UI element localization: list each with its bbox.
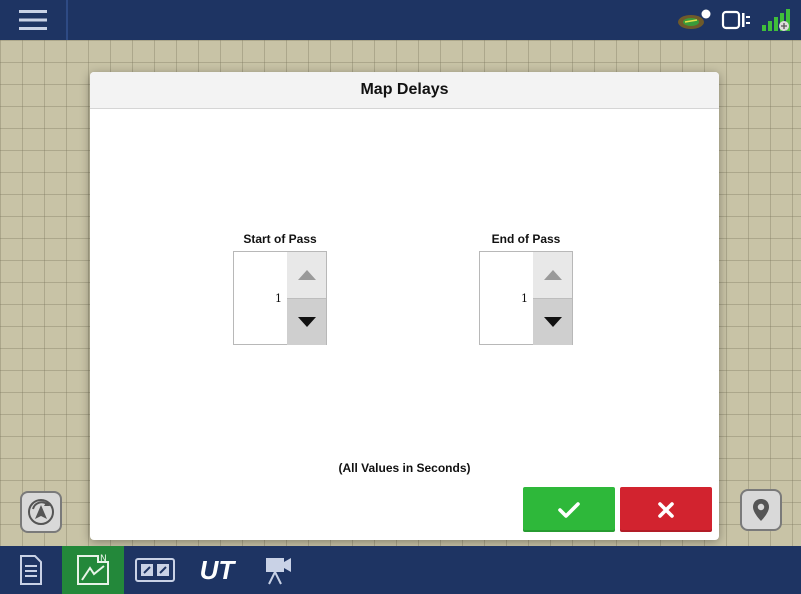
compass-navigate-icon: [28, 499, 54, 525]
universal-terminal-icon: UT: [199, 554, 235, 585]
start-of-pass-field: Start of Pass 1: [230, 232, 330, 345]
pin-location-button[interactable]: [740, 489, 782, 531]
start-of-pass-value[interactable]: 1: [234, 252, 286, 344]
start-of-pass-label: Start of Pass: [243, 232, 317, 246]
start-of-pass-stepper: 1: [233, 251, 327, 345]
end-of-pass-increment-button[interactable]: [533, 252, 572, 298]
camera-icon: [266, 558, 291, 585]
tab-universal-terminal[interactable]: UT: [186, 546, 248, 594]
tab-camera[interactable]: [248, 546, 310, 594]
top-bar: [0, 0, 801, 40]
dialog-header: Map Delays: [90, 72, 719, 109]
bottom-tab-bar: N UT: [0, 546, 801, 594]
hamburger-menu-icon: [19, 10, 47, 30]
start-of-pass-increment-button[interactable]: [287, 252, 326, 298]
end-of-pass-stepper: 1: [479, 251, 573, 345]
end-of-pass-decrement-button[interactable]: [533, 298, 572, 345]
start-of-pass-decrement-button[interactable]: [287, 298, 326, 345]
dialog-title: Map Delays: [360, 81, 449, 98]
x-icon: [658, 501, 674, 518]
units-note: (All Values in Seconds): [338, 461, 471, 475]
document-icon: [20, 555, 42, 585]
cancel-button[interactable]: [620, 487, 712, 532]
checkmark-icon: [558, 501, 580, 518]
field-map-icon: N: [77, 554, 109, 585]
guidance-signal-icon[interactable]: [677, 9, 713, 31]
svg-text:N: N: [100, 554, 107, 564]
arrow-down-icon: [297, 317, 316, 327]
tab-split-view[interactable]: [124, 546, 186, 594]
arrow-up-icon: [297, 270, 316, 280]
end-of-pass-label: End of Pass: [491, 232, 561, 246]
status-icons: [677, 4, 795, 36]
gps-satellite-icon[interactable]: [761, 7, 795, 33]
map-delays-dialog: Map Delays Start of Pass 1 End of Pass 1: [90, 72, 719, 540]
end-of-pass-value[interactable]: 1: [480, 252, 532, 344]
arrow-up-icon: [543, 270, 562, 280]
arrow-down-icon: [543, 317, 562, 327]
map-pin-icon: [753, 499, 769, 521]
confirm-button[interactable]: [523, 487, 615, 532]
display-link-icon[interactable]: [721, 9, 753, 31]
split-screen-icon: [135, 558, 175, 582]
menu-button[interactable]: [0, 0, 68, 40]
tab-map[interactable]: N: [62, 546, 124, 594]
navigate-button[interactable]: [20, 491, 62, 533]
end-of-pass-field: End of Pass 1: [476, 232, 576, 345]
tab-documents[interactable]: [0, 546, 62, 594]
